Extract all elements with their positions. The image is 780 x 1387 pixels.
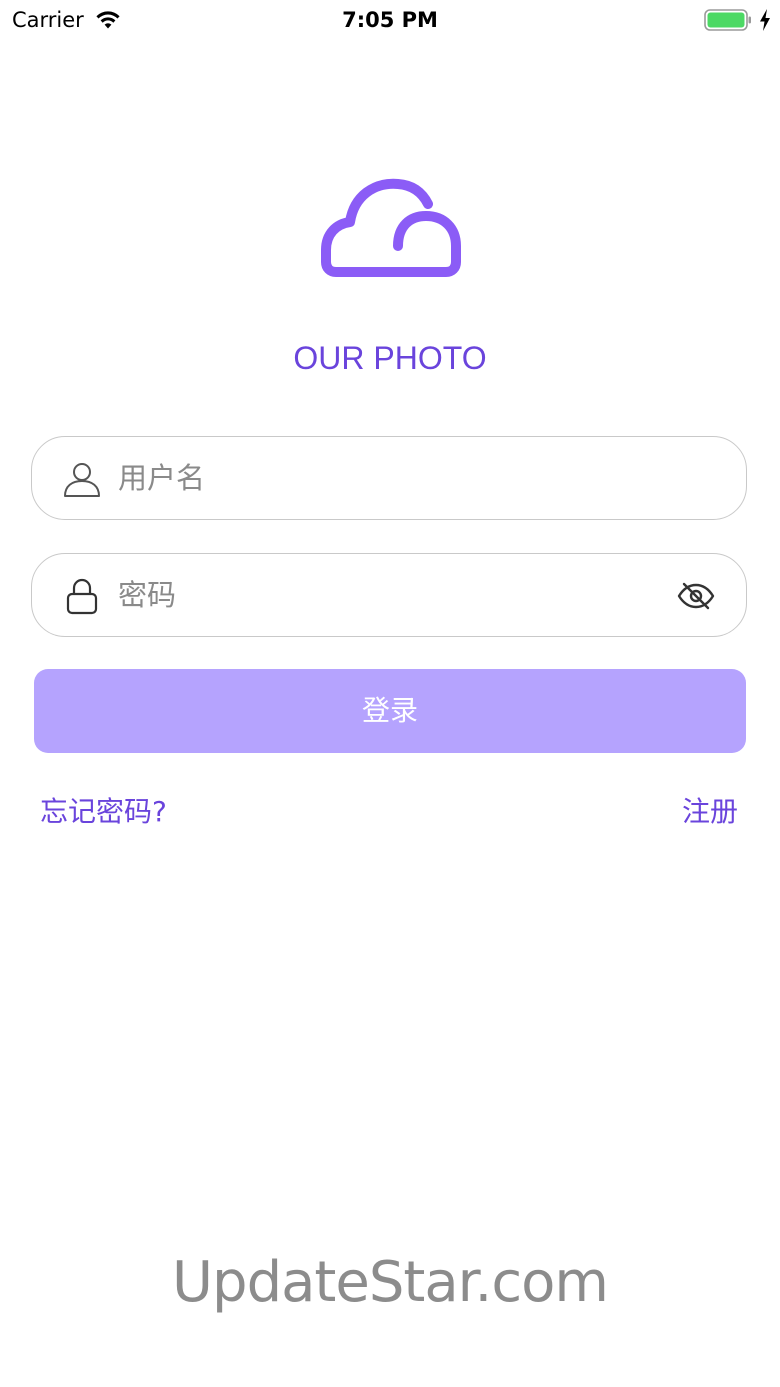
login-button[interactable]: 登录 [34,669,746,753]
cloud-icon [321,178,461,277]
forgot-password-link[interactable]: 忘记密码? [40,792,167,832]
app-title: OUR PHOTO [293,340,487,376]
register-link[interactable]: 注册 [682,792,738,832]
password-input[interactable] [118,572,678,618]
username-input[interactable] [118,455,678,501]
status-time: 7:05 PM [342,8,438,32]
status-bar: Carrier 7:05 PM [0,0,780,40]
username-field[interactable] [31,436,747,520]
watermark: UpdateStar.com [172,1250,609,1315]
battery-full-icon [704,9,751,31]
lock-icon [66,578,98,615]
user-icon [64,463,100,497]
password-field[interactable] [31,553,747,637]
eye-off-icon[interactable] [676,580,716,612]
charging-bolt-icon [760,9,770,31]
